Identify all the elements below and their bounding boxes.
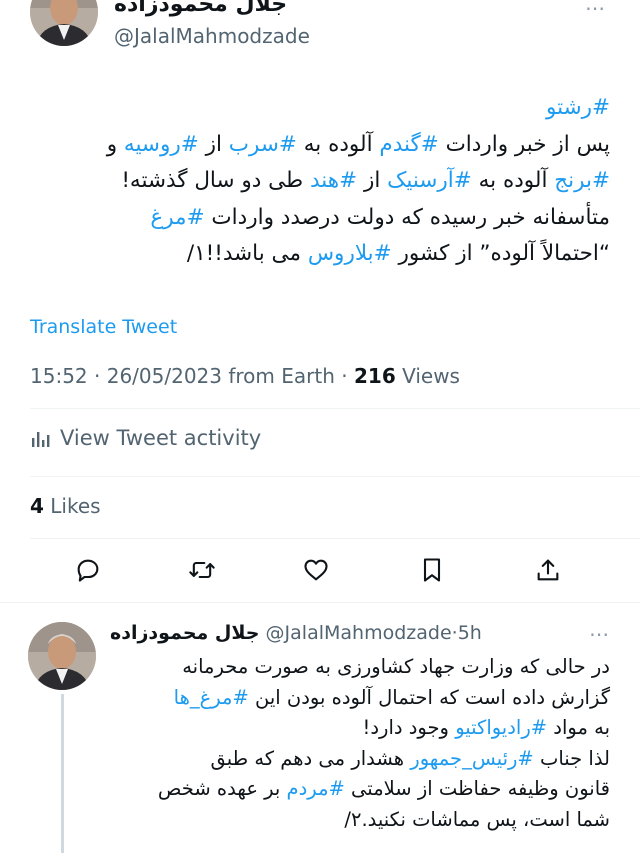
hashtag-link[interactable]: #رشتو	[546, 95, 610, 120]
tweet-text-line: به مواد #رادیواکتیو وجود دارد!	[110, 713, 610, 744]
tweet-text-segment: آلوده به	[471, 168, 555, 193]
views-count: 216	[353, 364, 396, 388]
tweet-text-segment: آلوده به	[296, 131, 380, 157]
hashtag-link[interactable]: #برنج	[554, 168, 610, 193]
tweet-text-segment: متأسفانه خبر رسیده که دولت درصدد واردات	[204, 204, 610, 230]
main-tweet-header: جلال محمودزاده @JalalMahmodzade ⋯	[30, 0, 610, 58]
likes-label: Likes	[50, 494, 101, 518]
divider	[0, 602, 640, 603]
tweet-text-line: پس از خبر واردات #گندم آلوده به #سرب از …	[30, 127, 610, 164]
tweet-text-line: #رشتو	[30, 90, 610, 127]
tweet-text-line: متأسفانه خبر رسیده که دولت درصدد واردات …	[30, 200, 610, 237]
hashtag-link[interactable]: #هند	[310, 168, 357, 193]
tweet-text-segment: شما است، پس مماشات نکنید.۲/	[344, 807, 610, 831]
tweet-text: #رشتو پس از خبر واردات #گندم آلوده به #سر…	[30, 90, 610, 273]
avatar[interactable]	[28, 622, 96, 690]
likes-count-link[interactable]: 4 Likes	[30, 494, 101, 518]
divider	[30, 408, 640, 409]
tweet-meta: 15:52 · 26/05/2023 from Earth · 216 View…	[30, 364, 460, 388]
share-icon[interactable]	[534, 556, 566, 588]
tweet-text-segment: و	[106, 131, 124, 157]
tweet-source: from Earth	[228, 364, 335, 388]
divider	[30, 538, 640, 539]
avatar[interactable]	[30, 0, 98, 46]
tweet-text-segment: وجود دارد!	[362, 716, 456, 739]
activity-label: View Tweet activity	[60, 426, 262, 450]
hashtag-link[interactable]: #روسیه	[124, 132, 199, 157]
author-name[interactable]: جلال محمودزاده	[110, 622, 260, 644]
analytics-icon	[32, 432, 50, 447]
tweet-text-line: گزارش داده است که احتمال آلوده بودن این …	[110, 683, 610, 714]
tweet-text-segment: به مواد	[547, 716, 610, 739]
tweet-text-segment: طی دو سال گذشته!	[121, 168, 310, 193]
reply-tweet[interactable]: جلال محمودزاده @JalalMahmodzade·5h ⋯ در …	[0, 604, 640, 853]
reply-icon[interactable]	[74, 556, 106, 588]
tweet-text-line: “احتمالاً آلوده” از کشور #بلاروس می باشد…	[30, 236, 610, 273]
tweet-text-segment: می باشد!!۱/	[186, 241, 308, 266]
tweet-text-segment: “احتمالاً آلوده” از کشور	[391, 241, 610, 266]
like-icon[interactable]	[302, 556, 334, 588]
hashtag-link[interactable]: #مرغ	[150, 205, 204, 230]
hashtag-link[interactable]: #رئیس_جمهور	[410, 747, 533, 770]
tweet-date[interactable]: 26/05/2023	[107, 364, 222, 388]
tweet-text-segment: از	[198, 131, 229, 157]
tweet-text-line: قانون وظیفه حفاظت از سلامتی #مردم بر عهد…	[110, 774, 610, 805]
views-label: Views	[402, 364, 460, 388]
author-handle[interactable]: @JalalMahmodzade	[266, 622, 452, 644]
tweet-action-bar	[0, 556, 640, 596]
hashtag-link[interactable]: #گندم	[379, 132, 438, 157]
tweet-text-line: #برنج آلوده به #آرسنیک از #هند طی دو سال…	[30, 163, 610, 200]
meta-separator: ·	[334, 364, 354, 388]
hashtag-link[interactable]: #سرب	[229, 132, 297, 157]
hashtag-link[interactable]: #آرسنیک	[387, 168, 472, 193]
reply-header: جلال محمودزاده @JalalMahmodzade·5h	[110, 622, 610, 652]
tweet-text-line: شما است، پس مماشات نکنید.۲/	[110, 805, 610, 836]
tweet-text-segment: در حالی که وزارت جهاد کشاورزی به صورت مح…	[182, 655, 610, 678]
meta-separator: ·	[87, 364, 107, 388]
tweet-text-segment: پس از خبر واردات	[438, 131, 610, 157]
tweet-text: در حالی که وزارت جهاد کشاورزی به صورت مح…	[110, 652, 610, 835]
tweet-text-line: لذا جناب #رئیس_جمهور هشدار می دهم که طبق	[110, 744, 610, 775]
tweet-text-segment: از	[357, 168, 388, 193]
thread-line	[61, 694, 64, 853]
tweet-text-segment: بر عهده شخص	[157, 777, 287, 800]
tweet-text-segment: هشدار می دهم که طبق	[210, 746, 411, 770]
tweet-text-segment: لذا جناب	[533, 746, 610, 770]
author-name[interactable]: جلال محمودزاده	[114, 0, 287, 17]
hashtag-link[interactable]: #بلاروس	[308, 241, 392, 266]
hashtag-link[interactable]: #مردم	[287, 777, 345, 800]
tweet-text-line: در حالی که وزارت جهاد کشاورزی به صورت مح…	[110, 652, 610, 683]
tweet-time[interactable]: 15:52	[30, 364, 88, 388]
tweet-text-segment: گزارش داده است که احتمال آلوده بودن این	[248, 685, 610, 709]
tweet-time-ago[interactable]: 5h	[458, 622, 482, 644]
hashtag-link[interactable]: #مرغ_ها	[174, 686, 249, 709]
hashtag-link[interactable]: #رادیواکتیو	[455, 716, 547, 739]
author-handle[interactable]: @JalalMahmodzade	[114, 24, 310, 48]
likes-count: 4	[30, 494, 44, 518]
view-activity-link[interactable]: View Tweet activity	[30, 426, 261, 450]
more-options-icon[interactable]: ⋯	[585, 0, 606, 20]
divider	[30, 476, 640, 477]
translate-tweet-link[interactable]: Translate Tweet	[30, 316, 177, 338]
tweet-text-segment: قانون وظیفه حفاظت از سلامتی	[344, 777, 610, 800]
tweet-detail-page: جلال محمودزاده @JalalMahmodzade ⋯ #رشتو پ…	[0, 0, 640, 853]
more-options-icon[interactable]: ⋯	[589, 622, 610, 646]
bookmark-icon[interactable]	[418, 556, 450, 588]
retweet-icon[interactable]	[188, 556, 220, 588]
